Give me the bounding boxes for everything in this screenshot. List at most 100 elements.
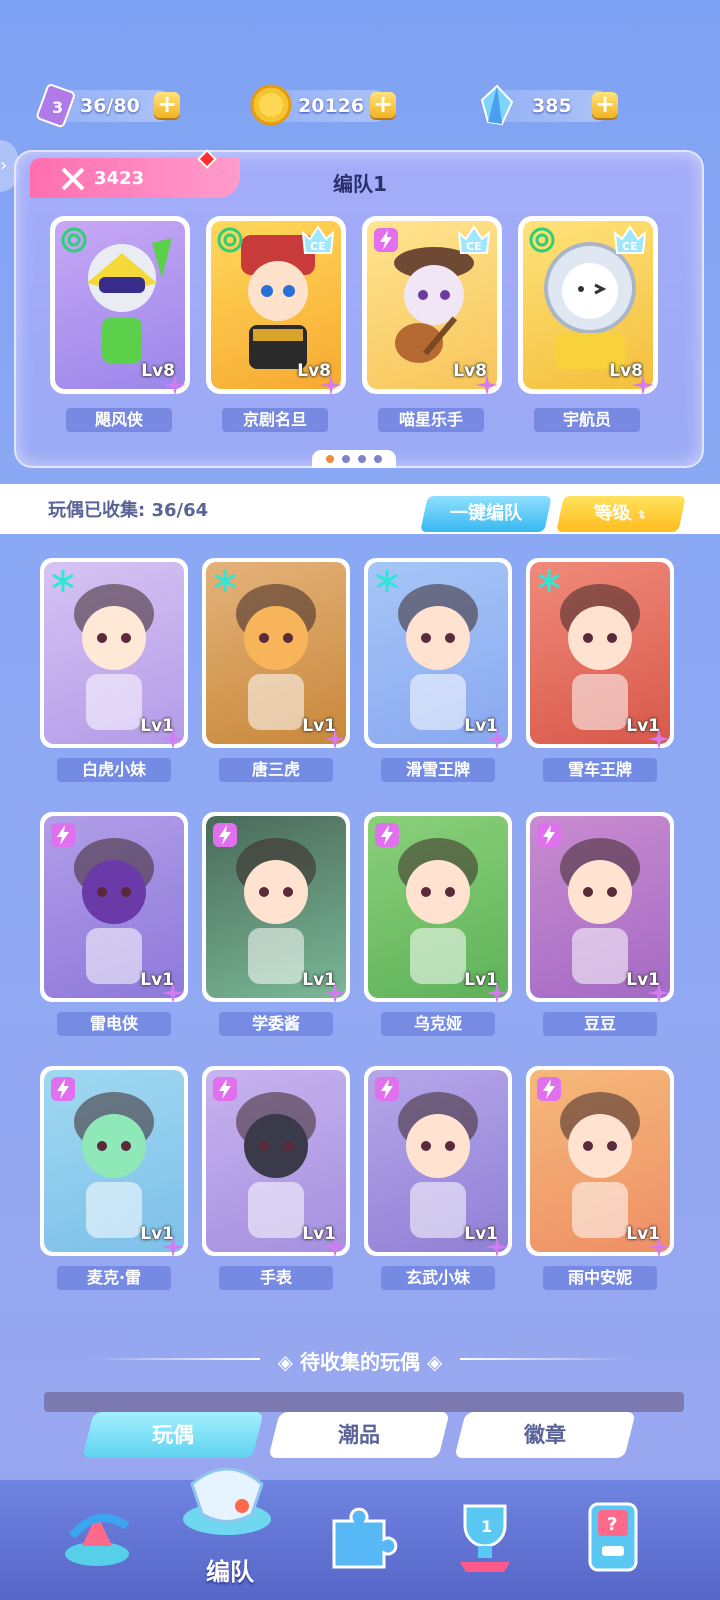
sparkle-icon	[164, 374, 186, 396]
doll-name: 学委酱	[219, 1012, 333, 1036]
crossed-swords-icon	[61, 167, 85, 191]
bolt-rarity-icon	[375, 1077, 399, 1101]
team-member-name: 喵星乐手	[378, 408, 484, 432]
doll-card[interactable]: Lv1	[364, 812, 512, 1004]
doll-portrait: Lv1	[530, 562, 670, 744]
page-dot	[342, 455, 350, 463]
nav-trophy[interactable]: 1	[440, 1496, 530, 1576]
whistle-icon	[183, 1467, 271, 1535]
sparkle-icon	[648, 1236, 670, 1258]
team-page-indicator[interactable]	[312, 450, 396, 468]
tab-trend-items[interactable]: 潮品	[268, 1412, 450, 1458]
collection-progress: 玩偶已收集: 36/64	[48, 496, 208, 522]
team-slot-3[interactable]: CE Lv8	[362, 216, 502, 396]
doll-portrait: Lv1	[530, 1070, 670, 1252]
character-portrait: CE Lv8	[211, 221, 341, 389]
snowflake-rarity-icon	[214, 570, 236, 592]
svg-text:3: 3	[52, 98, 63, 117]
doll-card[interactable]: Lv1	[526, 1066, 674, 1258]
team-power-value: 3423	[94, 167, 145, 189]
sparkle-icon	[632, 374, 654, 396]
crystal-icon	[480, 84, 514, 126]
doll-name: 乌克娅	[381, 1012, 495, 1036]
page-dot	[326, 455, 334, 463]
svg-text:CE: CE	[310, 240, 326, 253]
sort-arrows-icon: ⇕	[635, 508, 649, 522]
collection-label: 玩偶已收集:	[48, 500, 146, 521]
arrow-portal-icon	[65, 1514, 130, 1566]
doll-portrait: Lv1	[206, 1070, 346, 1252]
doll-card[interactable]: Lv1	[202, 558, 350, 750]
sparkle-icon	[162, 728, 184, 750]
gem-counter: 385 +	[480, 84, 618, 126]
doll-name: 玄武小妹	[381, 1266, 495, 1290]
doll-card[interactable]: Lv1	[364, 558, 512, 750]
svg-text:CE: CE	[622, 240, 638, 253]
coin-counter: 20126 +	[250, 84, 396, 126]
character-portrait: CE Lv8	[367, 221, 497, 389]
doll-card[interactable]: Lv1	[40, 812, 188, 1004]
ticket-value: 36/80	[80, 95, 140, 117]
sparkle-icon	[648, 982, 670, 1004]
doll-name: 豆豆	[543, 1012, 657, 1036]
team-member-name: 宇航员	[534, 408, 640, 432]
tab-badges[interactable]: 徽章	[454, 1412, 636, 1458]
doll-portrait: Lv1	[368, 1070, 508, 1252]
nav-home[interactable]	[52, 1496, 142, 1576]
nav-puzzle[interactable]	[314, 1496, 404, 1576]
doll-card[interactable]: Lv1	[526, 558, 674, 750]
add-coins-button[interactable]: +	[370, 92, 396, 118]
bolt-rarity-icon	[213, 1077, 237, 1101]
doll-name: 白虎小妹	[57, 758, 171, 782]
svg-text:?: ?	[607, 1514, 617, 1535]
divider-right	[460, 1358, 630, 1360]
bolt-rarity-icon	[375, 823, 399, 847]
sparkle-icon	[476, 374, 498, 396]
spiral-rarity-icon	[529, 227, 555, 253]
snowflake-rarity-icon	[52, 570, 74, 592]
doll-name: 雪车王牌	[543, 758, 657, 782]
auto-team-button[interactable]: 一键编队	[420, 496, 552, 532]
team-slot-2[interactable]: CE Lv8	[206, 216, 346, 396]
ticket-icon: 3	[36, 84, 75, 128]
sort-by-level-button[interactable]: 等级 ⇕	[556, 496, 686, 532]
pending-dolls-preview	[44, 1392, 684, 1412]
doll-portrait: Lv1	[368, 816, 508, 998]
ce-crown-icon: CE	[613, 225, 647, 254]
bolt-rarity-icon	[51, 823, 75, 847]
doll-card[interactable]: Lv1	[202, 1066, 350, 1258]
doll-name: 手表	[219, 1266, 333, 1290]
doll-card[interactable]: Lv1	[364, 1066, 512, 1258]
ce-crown-icon: CE	[457, 225, 491, 254]
sparkle-icon	[486, 982, 508, 1004]
nav-gacha[interactable]: ?	[568, 1496, 658, 1576]
page-dot	[374, 455, 382, 463]
coin-value: 20126	[298, 95, 365, 117]
svg-text:1: 1	[481, 1517, 492, 1536]
gem-value: 385	[532, 95, 572, 117]
pending-section-title: ◈ 待收集的玩偶 ◈	[277, 1350, 443, 1374]
sparkle-icon	[324, 982, 346, 1004]
team-slot-1[interactable]: Lv8	[50, 216, 190, 396]
doll-portrait: Lv1	[206, 562, 346, 744]
nav-team[interactable]	[172, 1444, 282, 1554]
bolt-rarity-icon	[213, 823, 237, 847]
doll-name: 雷电侠	[57, 1012, 171, 1036]
sparkle-icon	[486, 1236, 508, 1258]
doll-card[interactable]: Lv1	[40, 1066, 188, 1258]
collection-count: 36/64	[151, 500, 209, 521]
team-slot-4[interactable]: CE Lv8	[518, 216, 658, 396]
gacha-machine-icon: ?	[588, 1502, 638, 1572]
add-tickets-button[interactable]: +	[154, 92, 180, 118]
team-member-name: 飓风侠	[66, 408, 172, 432]
doll-portrait: Lv1	[44, 1070, 184, 1252]
bolt-rarity-icon	[537, 1077, 561, 1101]
team-member-name: 京剧名旦	[222, 408, 328, 432]
doll-card[interactable]: Lv1	[40, 558, 188, 750]
character-portrait: Lv8	[55, 221, 185, 389]
doll-card[interactable]: Lv1	[526, 812, 674, 1004]
puzzle-icon	[332, 1507, 398, 1569]
add-gems-button[interactable]: +	[592, 92, 618, 118]
doll-card[interactable]: Lv1	[202, 812, 350, 1004]
bolt-rarity-icon	[374, 228, 398, 252]
